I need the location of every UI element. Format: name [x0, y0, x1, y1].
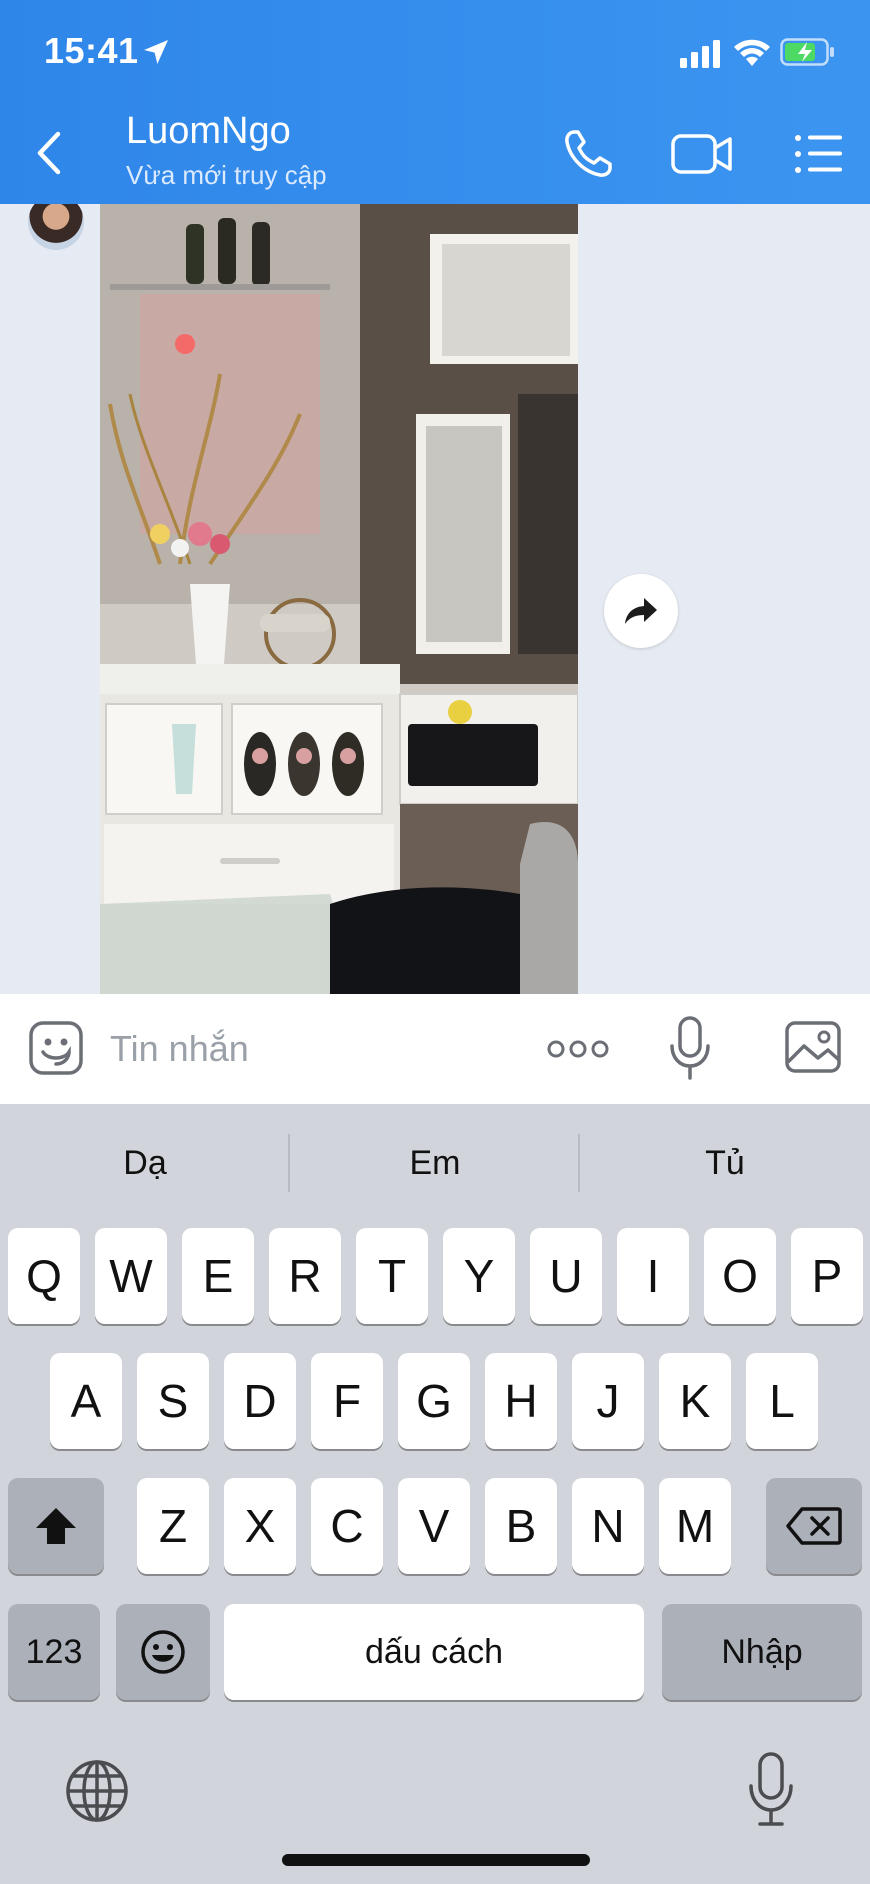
photo-content: [100, 204, 578, 994]
key-w[interactable]: W: [95, 1228, 167, 1324]
location-arrow-icon: [144, 40, 168, 64]
key-p[interactable]: P: [791, 1228, 863, 1324]
key-e[interactable]: E: [182, 1228, 254, 1324]
key-n[interactable]: N: [572, 1478, 644, 1574]
chat-area[interactable]: [0, 204, 870, 994]
message-input[interactable]: [110, 1024, 510, 1074]
suggestion-item[interactable]: Tủ: [580, 1144, 870, 1183]
avatar[interactable]: [28, 204, 84, 250]
key-l[interactable]: L: [746, 1353, 818, 1449]
forward-button[interactable]: [604, 574, 678, 648]
suggestion-item[interactable]: Em: [290, 1144, 580, 1183]
shift-key[interactable]: [8, 1478, 104, 1574]
key-d[interactable]: D: [224, 1353, 296, 1449]
keyboard: Dạ Em Tủ Q W E R T Y U I O P A S D F G H…: [0, 1104, 870, 1884]
key-m[interactable]: M: [659, 1478, 731, 1574]
return-key[interactable]: Nhập: [662, 1604, 862, 1700]
cellular-signal-icon: [680, 40, 720, 68]
message-composer: [0, 994, 870, 1104]
key-q[interactable]: Q: [8, 1228, 80, 1324]
forward-arrow-icon: [625, 598, 657, 624]
key-a[interactable]: A: [50, 1353, 122, 1449]
key-c[interactable]: C: [311, 1478, 383, 1574]
menu-list-icon[interactable]: [794, 132, 844, 176]
key-r[interactable]: R: [269, 1228, 341, 1324]
status-bar: 15:41: [0, 0, 870, 100]
phone-call-icon[interactable]: [560, 126, 616, 182]
emoji-face-icon: [141, 1630, 185, 1674]
globe-icon[interactable]: [64, 1758, 130, 1824]
key-s[interactable]: S: [137, 1353, 209, 1449]
suggestion-item[interactable]: Dạ: [0, 1144, 290, 1183]
dictation-mic-icon[interactable]: [746, 1752, 796, 1828]
chat-header: 15:41 LuomNgo Vừa mới truy cập: [0, 0, 870, 204]
contact-name[interactable]: LuomNgo: [126, 110, 291, 153]
suggestion-bar: Dạ Em Tủ: [0, 1104, 870, 1222]
key-v[interactable]: V: [398, 1478, 470, 1574]
key-f[interactable]: F: [311, 1353, 383, 1449]
sticker-emoji-icon[interactable]: [28, 1020, 84, 1076]
home-indicator[interactable]: [282, 1854, 590, 1866]
numbers-key[interactable]: 123: [8, 1604, 100, 1700]
key-x[interactable]: X: [224, 1478, 296, 1574]
video-call-icon[interactable]: [670, 130, 734, 178]
delete-key[interactable]: [766, 1478, 862, 1574]
image-gallery-icon[interactable]: [784, 1020, 842, 1074]
contact-status: Vừa mới truy cập: [126, 160, 327, 190]
voice-message-mic-icon[interactable]: [668, 1016, 712, 1082]
key-j[interactable]: J: [572, 1353, 644, 1449]
key-y[interactable]: Y: [443, 1228, 515, 1324]
status-time: 15:41: [44, 30, 139, 71]
back-chevron-icon[interactable]: [30, 128, 70, 178]
key-h[interactable]: H: [485, 1353, 557, 1449]
shift-arrow-icon: [36, 1508, 76, 1544]
more-options-icon[interactable]: [546, 1034, 610, 1064]
key-t[interactable]: T: [356, 1228, 428, 1324]
key-o[interactable]: O: [704, 1228, 776, 1324]
battery-charging-icon: [780, 38, 834, 66]
image-message[interactable]: [100, 204, 578, 994]
key-b[interactable]: B: [485, 1478, 557, 1574]
key-z[interactable]: Z: [137, 1478, 209, 1574]
key-k[interactable]: K: [659, 1353, 731, 1449]
key-u[interactable]: U: [530, 1228, 602, 1324]
emoji-key[interactable]: [116, 1604, 210, 1700]
key-i[interactable]: I: [617, 1228, 689, 1324]
wifi-icon: [734, 39, 770, 66]
backspace-icon: [786, 1507, 842, 1545]
space-key[interactable]: dấu cách: [224, 1604, 644, 1700]
key-g[interactable]: G: [398, 1353, 470, 1449]
